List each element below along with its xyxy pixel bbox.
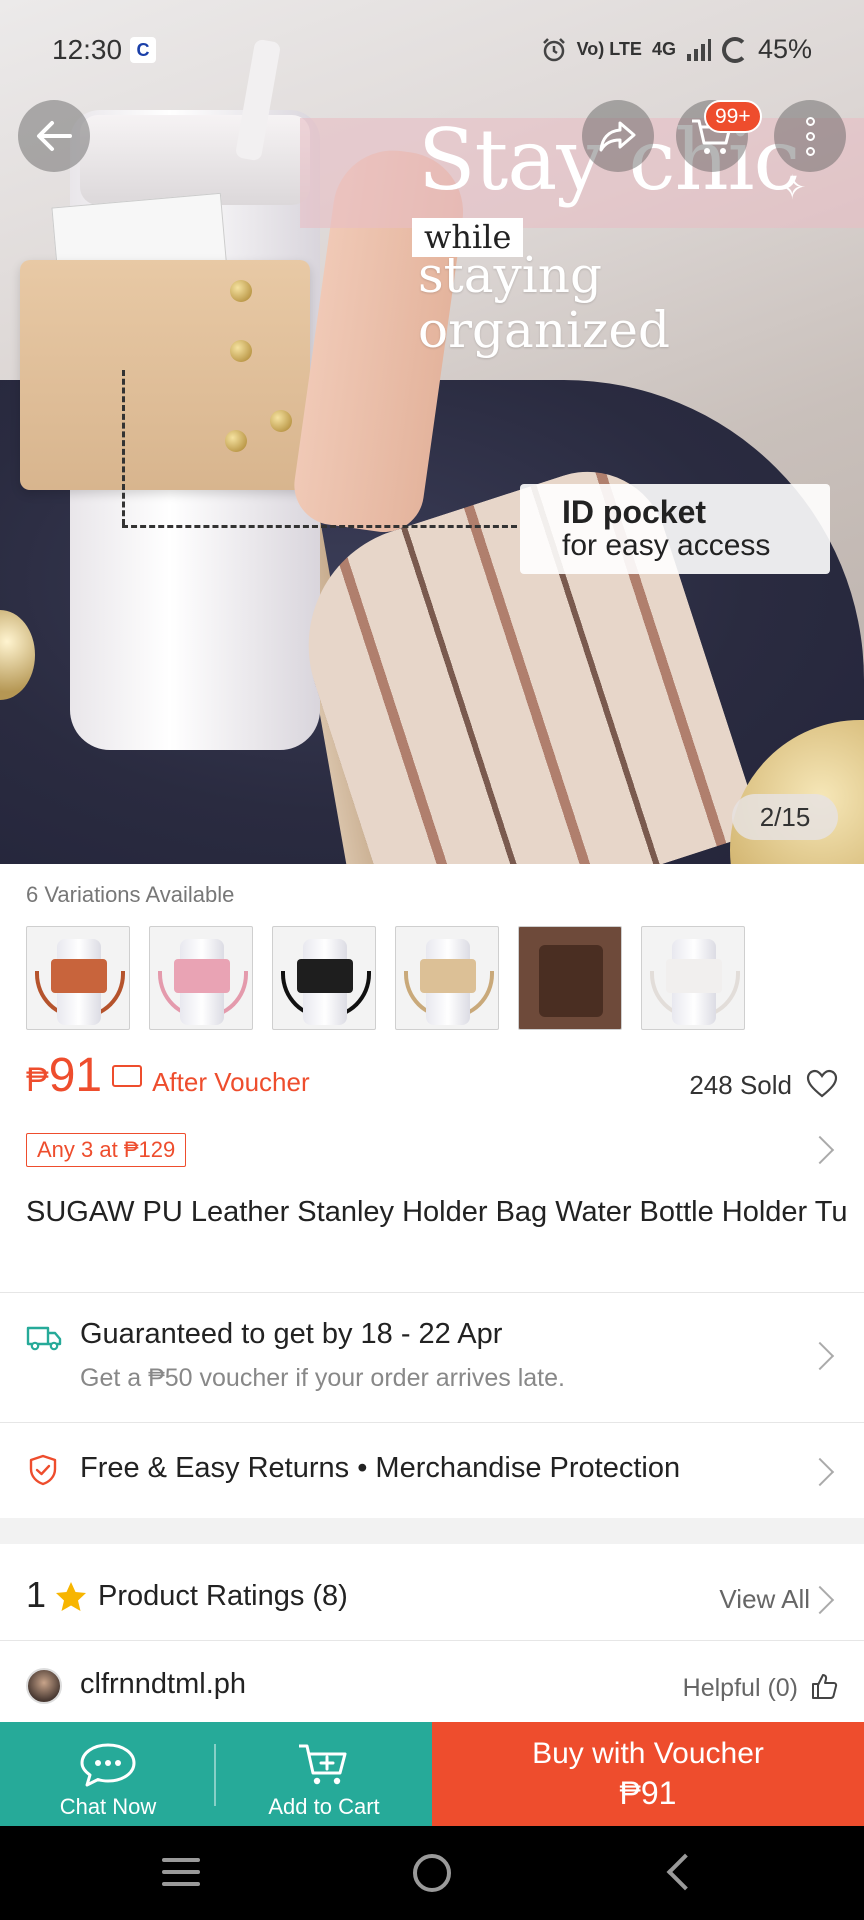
section-gap xyxy=(0,1518,864,1544)
image-stud xyxy=(225,430,247,452)
voucher-icon xyxy=(112,1065,143,1087)
more-vertical-icon xyxy=(805,116,815,156)
chat-icon xyxy=(80,1743,136,1787)
back-button[interactable] xyxy=(18,100,90,172)
variation-sleeve xyxy=(174,959,230,993)
variation-sleeve xyxy=(297,959,353,993)
reviewer-name: clfrnndtml.ph xyxy=(80,1668,247,1700)
sold-count: 248 Sold xyxy=(689,1070,792,1100)
divider xyxy=(0,1422,864,1423)
signal-icon xyxy=(686,38,711,61)
share-button[interactable] xyxy=(582,100,654,172)
chat-now-button[interactable]: Chat Now xyxy=(0,1722,216,1826)
thumbs-up-icon[interactable] xyxy=(810,1672,838,1700)
battery-level: 45% xyxy=(757,34,812,64)
image-callout-subtitle: for easy access xyxy=(562,528,771,562)
truck-icon xyxy=(26,1326,62,1351)
cart-badge: 99+ xyxy=(704,100,762,134)
image-tagline: staying organized xyxy=(418,246,670,359)
price-currency: ₱ xyxy=(26,1061,49,1099)
recent-apps-icon[interactable] xyxy=(162,1858,200,1894)
divider xyxy=(214,1744,216,1806)
back-nav-icon[interactable] xyxy=(666,1853,704,1891)
ratings-label: Product Ratings (8) xyxy=(98,1580,348,1612)
image-stud xyxy=(230,280,252,302)
add-to-cart-button[interactable]: Add to Cart xyxy=(216,1722,432,1826)
chevron-right-icon xyxy=(805,1457,835,1487)
network-type: 4G xyxy=(651,39,676,59)
image-tumbler-lid xyxy=(80,115,310,205)
variations-label: 6 Variations Available xyxy=(26,882,235,907)
image-callout: ID pocket for easy access xyxy=(520,484,830,574)
arrow-left-icon xyxy=(37,121,72,151)
view-all-link[interactable]: View All xyxy=(719,1584,810,1615)
buy-with-voucher-button[interactable]: Buy with Voucher ₱91 xyxy=(432,1722,864,1826)
add-to-cart-label: Add to Cart xyxy=(268,1794,380,1819)
image-stud xyxy=(270,410,292,432)
chevron-right-icon[interactable] xyxy=(805,1135,835,1165)
volte-indicator: Vo) LTE xyxy=(576,39,642,59)
status-bar: 12:30 C Vo) LTE 4G 45% xyxy=(0,0,864,100)
chevron-right-icon[interactable] xyxy=(805,1585,835,1615)
star-icon xyxy=(56,1582,86,1611)
bottom-action-bar: Chat Now Add to Cart Buy with Voucher ₱9… xyxy=(0,1722,864,1826)
bundle-deal-tag[interactable]: Any 3 at ₱129 xyxy=(26,1133,187,1167)
buy-label: Buy with Voucher xyxy=(532,1737,764,1770)
image-callout-title: ID pocket xyxy=(562,494,707,530)
variation-sleeve xyxy=(666,959,722,993)
avatar xyxy=(26,1668,62,1704)
shield-check-icon xyxy=(29,1454,57,1486)
image-dashed-line xyxy=(122,370,125,525)
sparkle-icon: ✧ xyxy=(778,169,807,207)
divider xyxy=(0,1292,864,1293)
variation-thumbnails xyxy=(26,926,745,1030)
alarm-icon xyxy=(542,37,565,61)
chat-now-label: Chat Now xyxy=(59,1794,157,1819)
variation-thumbnail[interactable] xyxy=(26,926,130,1030)
more-options-button[interactable] xyxy=(774,100,846,172)
returns-protection-text: Free & Easy Returns • Merchandise Protec… xyxy=(80,1452,681,1484)
after-voucher-label: After Voucher xyxy=(152,1067,310,1097)
status-time: 12:30 xyxy=(52,34,123,65)
shipping-guarantee: Guaranteed to get by 18 - 22 Apr xyxy=(80,1318,503,1350)
variation-sleeve xyxy=(51,959,107,993)
secondary-actions: Chat Now Add to Cart xyxy=(0,1722,432,1826)
price-row: ₱ 91 After Voucher xyxy=(26,1048,310,1103)
image-page-indicator: 2/15 xyxy=(732,794,838,840)
helpful-count[interactable]: Helpful (0) xyxy=(683,1674,798,1703)
price-value: 91 xyxy=(48,1049,103,1102)
system-nav-bar xyxy=(0,1826,864,1920)
status-right-group: Vo) LTE 4G 45% xyxy=(541,34,812,65)
variation-thumbnail[interactable] xyxy=(641,926,745,1030)
rating-score: 1 xyxy=(26,1574,47,1615)
home-icon[interactable] xyxy=(413,1854,451,1892)
add-cart-icon xyxy=(299,1744,347,1785)
variation-thumbnail[interactable] xyxy=(272,926,376,1030)
share-icon xyxy=(599,121,636,152)
buy-price: ₱91 xyxy=(619,1775,677,1811)
divider xyxy=(0,1640,864,1641)
product-title: SUGAW PU Leather Stanley Holder Bag Wate… xyxy=(26,1196,846,1228)
variation-thumbnail[interactable] xyxy=(518,926,622,1030)
variation-thumbnail[interactable] xyxy=(149,926,253,1030)
variation-sleeve xyxy=(420,959,476,993)
image-dashed-line xyxy=(122,525,517,528)
variation-thumbnail[interactable] xyxy=(395,926,499,1030)
heart-icon[interactable] xyxy=(806,1068,838,1100)
image-stud xyxy=(230,340,252,362)
chevron-right-icon xyxy=(805,1341,835,1371)
shipping-voucher-note: Get a ₱50 voucher if your order arrives … xyxy=(80,1364,565,1392)
battery-icon xyxy=(721,36,748,63)
image-leather-sleeve xyxy=(20,260,310,490)
variation-bag xyxy=(539,945,603,1017)
app-notification-icon: C xyxy=(130,37,156,63)
